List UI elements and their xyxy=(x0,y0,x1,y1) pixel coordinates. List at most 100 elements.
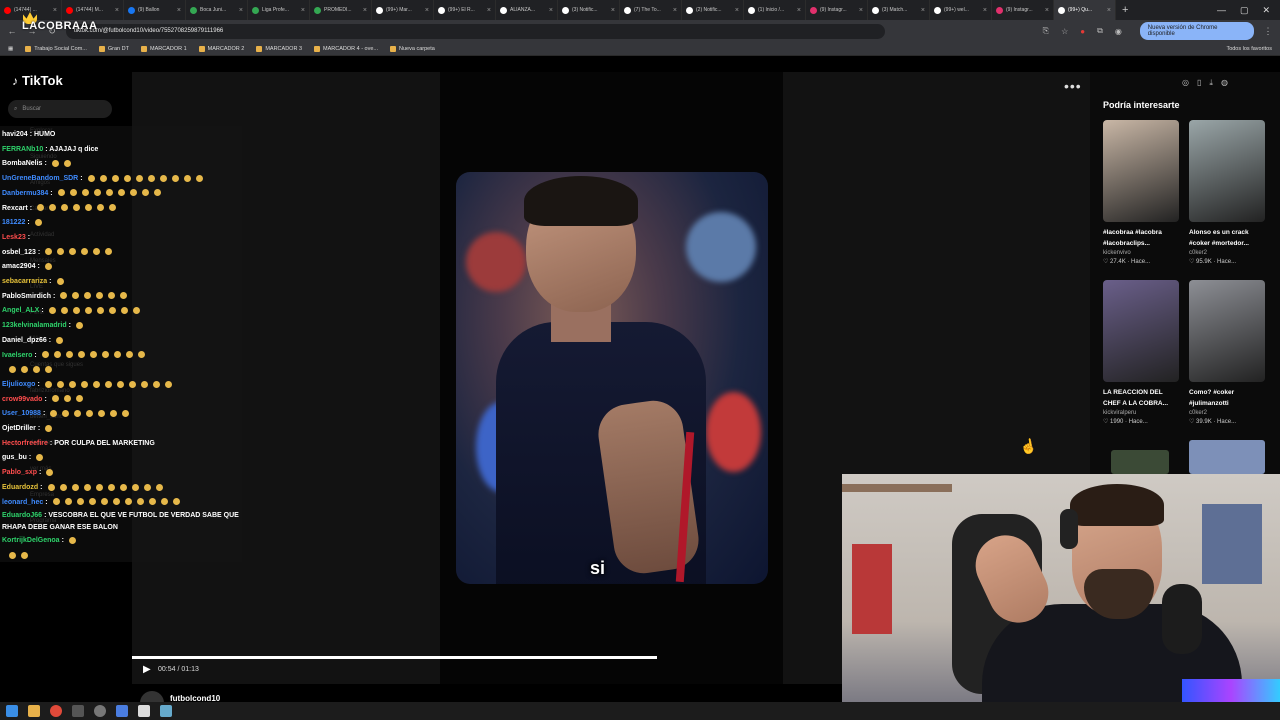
browser-tab[interactable]: ALIANZA... × xyxy=(496,0,558,20)
browser-tab[interactable]: (99+) Mar... × xyxy=(372,0,434,20)
browser-tab[interactable]: (99+) wel... × xyxy=(930,0,992,20)
browser-tab[interactable]: (3) Notific... × xyxy=(558,0,620,20)
chrome-update-button[interactable]: Nueva versión de Chrome disponible xyxy=(1139,22,1255,40)
chat-username[interactable]: Lesk23 xyxy=(2,234,26,241)
taskbar-app-icon[interactable] xyxy=(72,705,84,717)
chat-username[interactable]: 123kelvinalamadrid xyxy=(2,322,67,329)
apps-grid-icon[interactable]: ▦ xyxy=(8,46,13,52)
windows-start-icon[interactable] xyxy=(6,705,18,717)
browser-tab[interactable]: PROMEDI... × xyxy=(310,0,372,20)
cast-icon[interactable]: ⎘ xyxy=(1043,26,1049,36)
tab-close-icon[interactable]: × xyxy=(487,7,491,14)
bookmark-item[interactable]: Nueva carpeta xyxy=(390,45,435,52)
browser-tab[interactable]: (14744) M... × xyxy=(62,0,124,20)
download-icon[interactable]: ⤓ xyxy=(1209,78,1213,88)
tab-close-icon[interactable]: × xyxy=(239,7,243,14)
chat-username[interactable]: User_10988 xyxy=(2,410,41,417)
browser-tab[interactable]: (7) The To... × xyxy=(620,0,682,20)
tiktok-logo[interactable]: ♪ TikTok xyxy=(12,73,63,88)
chat-username[interactable]: crow99vado xyxy=(2,396,42,403)
play-icon[interactable]: ▶ xyxy=(143,664,151,675)
browser-tab[interactable]: Boca Juni... × xyxy=(186,0,248,20)
chrome-icon[interactable] xyxy=(50,705,62,717)
tab-close-icon[interactable]: × xyxy=(673,7,677,14)
recommended-video-card[interactable]: Como? #coker #julimanzotti c0ker2 ♡ 39.9K ·… xyxy=(1189,280,1265,425)
chat-username[interactable]: Danbermu384 xyxy=(2,190,48,197)
user-icon[interactable]: ◍ xyxy=(1221,78,1228,88)
compass-icon[interactable]: ◎ xyxy=(1182,78,1189,88)
recommended-video-card[interactable]: #lacobraa #lacobra #lacobraclips... kicken… xyxy=(1103,120,1179,265)
more-options-icon[interactable]: ••• xyxy=(1064,78,1082,94)
chat-username[interactable]: FERRANb10 xyxy=(2,146,43,153)
profile-icon[interactable]: ◉ xyxy=(1115,27,1122,36)
phone-icon[interactable]: ▯ xyxy=(1197,78,1201,88)
browser-tab[interactable]: (9) Instagr... × xyxy=(806,0,868,20)
card-author[interactable]: kickviralperu xyxy=(1103,410,1179,416)
address-bar[interactable]: tiktok.com/@futbolcond10/video/755270825… xyxy=(65,23,885,39)
bookmark-item[interactable]: MARCADOR 2 xyxy=(198,45,244,52)
obs-icon[interactable] xyxy=(138,705,150,717)
tab-close-icon[interactable]: × xyxy=(425,7,429,14)
recommended-thumb-partial-2[interactable] xyxy=(1189,440,1265,474)
chat-username[interactable]: havi204 xyxy=(2,131,28,138)
tab-close-icon[interactable]: × xyxy=(1045,7,1049,14)
chat-username[interactable]: Angel_ALX xyxy=(2,307,39,314)
chat-username[interactable]: BombaNelis xyxy=(2,160,42,167)
video-player[interactable] xyxy=(456,172,768,584)
tab-close-icon[interactable]: × xyxy=(177,7,181,14)
browser-tab[interactable]: Liga Profe... × xyxy=(248,0,310,20)
file-explorer-icon[interactable] xyxy=(28,705,40,717)
all-bookmarks[interactable]: Todos los favoritos xyxy=(1226,46,1272,52)
tab-close-icon[interactable]: × xyxy=(53,7,57,14)
maximize-icon[interactable]: ▢ xyxy=(1240,5,1249,16)
bookmark-item[interactable]: MARCADOR 4 - ove... xyxy=(314,45,378,52)
bookmark-item[interactable]: Gran DT xyxy=(98,45,129,52)
card-author[interactable]: c0ker2 xyxy=(1189,410,1265,416)
browser-tab[interactable]: (9) Ballon × xyxy=(124,0,186,20)
tab-close-icon[interactable]: × xyxy=(363,7,367,14)
chat-username[interactable]: Pablo_sxp xyxy=(2,469,37,476)
tab-close-icon[interactable]: × xyxy=(735,7,739,14)
chat-username[interactable]: Ivaelsero xyxy=(2,352,32,359)
chat-username[interactable]: Eduardozd xyxy=(2,484,38,491)
chat-username[interactable]: KortrijkDelGenoa xyxy=(2,537,60,544)
browser-tab[interactable]: (1) Inicio /... × xyxy=(744,0,806,20)
bookmark-item[interactable]: MARCADOR 1 xyxy=(140,45,187,52)
video-thumbnail[interactable] xyxy=(1189,280,1265,382)
taskbar-app3-icon[interactable] xyxy=(116,705,128,717)
video-thumbnail[interactable] xyxy=(1103,280,1179,382)
video-thumbnail[interactable] xyxy=(1189,120,1265,222)
bookmark-star-icon[interactable]: ☆ xyxy=(1061,27,1068,36)
chat-username[interactable]: Daniel_dpz66 xyxy=(2,337,47,344)
search-input[interactable]: ⌕ Buscar xyxy=(8,100,112,118)
video-thumbnail[interactable] xyxy=(1103,120,1179,222)
recommended-thumb-partial-1[interactable] xyxy=(1111,450,1169,474)
bookmark-item[interactable]: MARCADOR 3 xyxy=(256,45,302,52)
recommended-video-card[interactable]: LA REACCION DEL CHEF A LA COBRA... kickvir… xyxy=(1103,280,1179,425)
recommended-video-card[interactable]: Alonso es un crack #coker #mortedor... c0k… xyxy=(1189,120,1265,265)
chat-username[interactable]: UnGreneBandom_SDR xyxy=(2,175,78,182)
chat-username[interactable]: Eljulioxgo xyxy=(2,381,35,388)
tab-close-icon[interactable]: × xyxy=(301,7,305,14)
puzzle-icon[interactable]: ⧉ xyxy=(1097,26,1103,36)
card-author[interactable]: c0ker2 xyxy=(1189,250,1265,256)
minimize-icon[interactable]: — xyxy=(1217,5,1226,15)
chat-username[interactable]: Hectorfreefire xyxy=(2,440,48,447)
chat-username[interactable]: 181222 xyxy=(2,219,25,226)
card-author[interactable]: kickenvivo xyxy=(1103,250,1179,256)
browser-tab[interactable]: (99+) El R... × xyxy=(434,0,496,20)
browser-tab[interactable]: (9) Instagr... × xyxy=(992,0,1054,20)
chat-username[interactable]: osbel_123 xyxy=(2,249,36,256)
tab-close-icon[interactable]: × xyxy=(921,7,925,14)
tab-close-icon[interactable]: × xyxy=(983,7,987,14)
menu-kebab-icon[interactable]: ⋮ xyxy=(1262,26,1274,37)
video-progress-bar[interactable] xyxy=(132,656,658,659)
browser-tab[interactable]: (2) Notific... × xyxy=(682,0,744,20)
back-icon[interactable]: ← xyxy=(6,26,18,36)
taskbar-app4-icon[interactable] xyxy=(160,705,172,717)
chat-username[interactable]: Rexcart xyxy=(2,205,28,212)
chat-username[interactable]: amac2904 xyxy=(2,263,35,270)
close-window-icon[interactable]: ✕ xyxy=(1262,5,1270,16)
chat-username[interactable]: sebacarrariza xyxy=(2,278,47,285)
tab-close-icon[interactable]: × xyxy=(1107,7,1111,14)
